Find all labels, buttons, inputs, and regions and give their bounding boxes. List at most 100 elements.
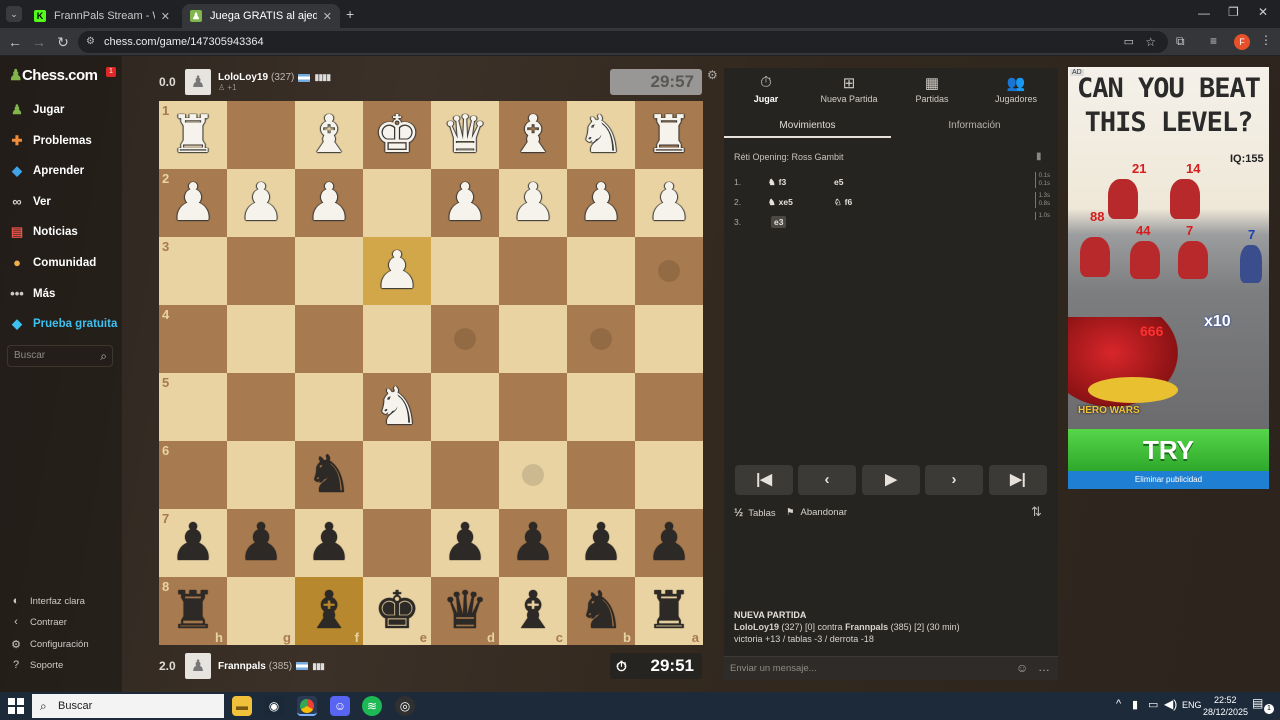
board-square[interactable] [431,305,499,373]
white-bishop-icon[interactable]: ♝ [306,101,353,169]
chrome-icon[interactable] [297,696,317,716]
close-icon[interactable]: ✕ [323,10,332,23]
board-square[interactable] [499,441,567,509]
previous-move-button[interactable]: ‹ [798,465,856,495]
discord-icon[interactable]: ☺ [330,696,350,716]
board-square[interactable]: f ♝ [295,577,363,645]
more-options-icon[interactable]: … [1038,660,1050,674]
tray-overflow-icon[interactable]: ^ [1116,698,1121,710]
maximize-button[interactable]: ❐ [1228,5,1239,19]
board-square[interactable] [227,441,295,509]
resign-button[interactable]: ⚑ Abandonar [786,507,847,518]
board-square[interactable]: ♟ [567,169,635,237]
forward-button[interactable]: → [30,33,48,51]
board-square[interactable]: ♞ [363,373,431,441]
play-button[interactable]: ▶ [862,465,920,495]
chat-input[interactable]: Enviar un mensaje... ☺ … [724,656,1058,680]
board-square[interactable] [227,237,295,305]
white-rook-icon[interactable]: ♜ [170,101,217,169]
board-square[interactable] [227,305,295,373]
board-square[interactable] [431,441,499,509]
move-hint-dot[interactable] [658,260,680,282]
board-square[interactable] [635,373,703,441]
notification-badge[interactable]: 1 [106,67,116,77]
tab-nueva-partida[interactable]: ⊞ Nueva Partida [809,74,889,104]
sidebar-item-prueba-gratuita[interactable]: ◆ Prueba gratuita [8,311,120,337]
board-square[interactable]: 4 [159,305,227,373]
sidebar-item-configuracion[interactable]: ⚙ Configuración [9,635,121,653]
board-square[interactable] [567,237,635,305]
board-square[interactable] [227,101,295,169]
white-pawn-icon[interactable]: ♟ [646,169,693,237]
board-square[interactable]: ♛ [431,101,499,169]
black-knight-icon[interactable]: ♞ [578,577,625,645]
board-square[interactable]: 8 h ♜ [159,577,227,645]
ad-try-button[interactable]: TRY [1068,429,1269,471]
white-move[interactable]: ♞ f3 [768,177,834,188]
white-move[interactable]: ♞ xe5 [768,197,834,208]
board-square[interactable]: e ♚ [363,577,431,645]
player-name[interactable]: LoloLoy19 [218,72,268,83]
obs-icon[interactable]: ◎ [395,696,415,716]
profile-avatar[interactable]: F [1234,34,1250,50]
white-queen-icon[interactable]: ♛ [442,101,489,169]
chess-logo[interactable]: ♟Chess.com [9,66,98,84]
board-square[interactable]: ♟ [363,237,431,305]
windows-start-icon[interactable] [8,698,24,714]
board-square[interactable] [635,441,703,509]
board-square[interactable]: ♟ [499,169,567,237]
language-indicator[interactable]: ENG [1182,700,1202,710]
player-name[interactable]: Frannpals [218,661,266,672]
board-square[interactable] [363,169,431,237]
board-square[interactable]: 7 ♟ [159,509,227,577]
black-pawn-icon[interactable]: ♟ [510,509,557,577]
back-button[interactable]: ← [6,33,24,51]
media-icon[interactable]: ≡ [1210,34,1217,48]
black-move[interactable]: ♘ f6 [834,197,914,208]
board-square[interactable] [431,237,499,305]
board-square[interactable]: b ♞ [567,577,635,645]
white-pawn-icon[interactable]: ♟ [306,169,353,237]
white-pawn-icon[interactable]: ♟ [170,169,217,237]
black-king-icon[interactable]: ♚ [374,577,421,645]
board-square[interactable] [499,373,567,441]
move-hint-dot[interactable] [590,328,612,350]
black-move[interactable]: e5 [834,177,914,187]
tab-jugadores[interactable]: 👥 Jugadores [976,74,1056,104]
white-move[interactable]: e3 [768,216,834,228]
board-square[interactable]: ♟ [295,509,363,577]
board-square[interactable] [363,509,431,577]
black-bishop-icon[interactable]: ♝ [510,577,557,645]
board-square[interactable]: d ♛ [431,577,499,645]
steam-icon[interactable]: ◉ [264,696,284,716]
board-square[interactable] [363,441,431,509]
advertisement[interactable]: AD CAN YOU BEAT THIS LEVEL? IQ:155 21 14… [1068,67,1269,489]
sidebar-item-comunidad[interactable]: ● Comunidad [8,250,120,276]
clock-date[interactable]: 28/12/2025 [1203,707,1248,717]
chess-board[interactable]: 1 ♜ ♝ ♚ ♛ ♝ ♞ ♜ 2 ♟ ♟ ♟ ♟ ♟ ♟ ♟ 3 ♟ 4 5 ♞ 6 ♞ 7 ♟ ♟ ♟ ♟ ♟ ♟ ♟ 8 h ♜ g f ♝ e ♚ d… [159,101,703,645]
spotify-icon[interactable]: ≋ [362,696,382,716]
search-icon[interactable]: ⌕ [100,346,107,366]
board-square[interactable]: 5 [159,373,227,441]
black-queen-icon[interactable]: ♛ [442,577,489,645]
board-square[interactable] [567,305,635,373]
board-square[interactable] [295,305,363,373]
tab-kick-stream[interactable]: K FrannPals Stream - Watch Live o ✕ [26,4,178,28]
black-pawn-icon[interactable]: ♟ [578,509,625,577]
move-hint-dot[interactable] [454,328,476,350]
board-square[interactable]: ♞ [567,101,635,169]
board-square[interactable]: ♟ [499,509,567,577]
last-move-button[interactable]: ▶| [989,465,1047,495]
board-square[interactable]: ♟ [567,509,635,577]
extensions-icon[interactable]: ⧉ [1176,34,1185,49]
white-bishop-icon[interactable]: ♝ [510,101,557,169]
board-square[interactable] [635,305,703,373]
site-info-icon[interactable]: ⚙ [86,31,95,53]
sidebar-search-input[interactable]: Buscar ⌕ [7,345,113,367]
board-square[interactable]: ♟ [635,169,703,237]
black-bishop-icon[interactable]: ♝ [306,577,353,645]
board-settings-gear-icon[interactable]: ⚙ [707,68,718,82]
board-square[interactable]: ♞ [295,441,363,509]
board-square[interactable]: g [227,577,295,645]
black-pawn-icon[interactable]: ♟ [306,509,353,577]
